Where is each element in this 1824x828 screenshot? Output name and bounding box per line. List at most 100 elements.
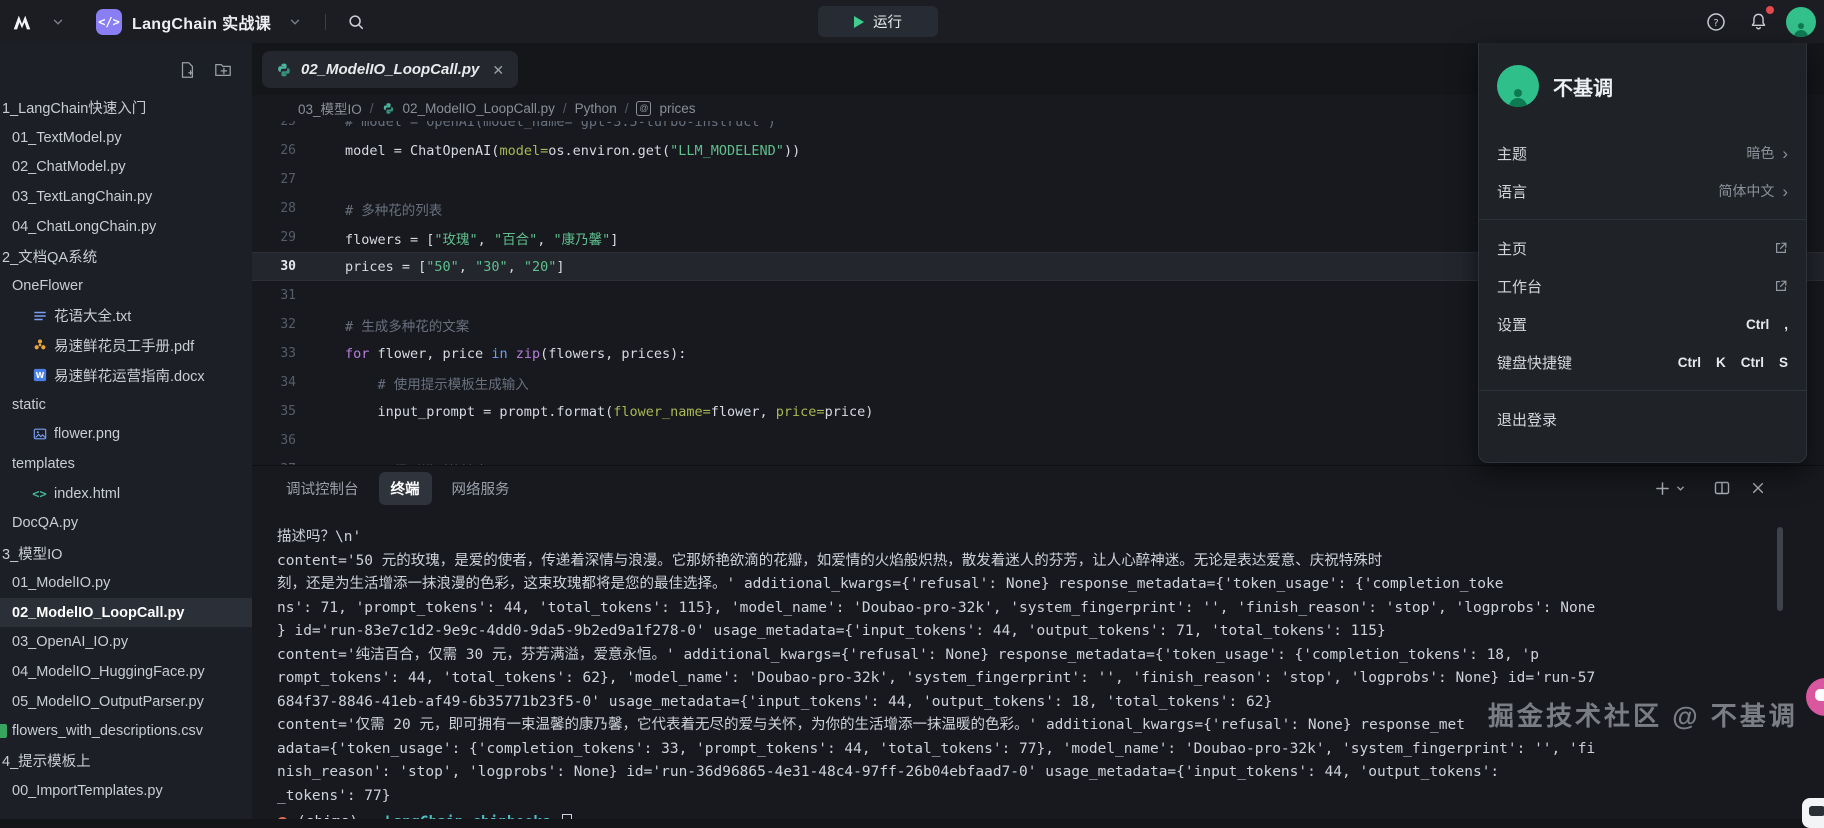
img-icon (32, 427, 47, 442)
person-icon (1509, 89, 1527, 107)
file-tree-item[interactable]: 00_ImportTemplates.py (0, 776, 252, 806)
file-tree-item[interactable]: 花语大全.txt (0, 301, 252, 331)
file-tree-item-label: 04_ModelIO_HuggingFace.py (12, 664, 205, 680)
file-tree-item[interactable]: 3_模型IO (0, 538, 252, 568)
file-tree-item[interactable]: 4_提示模板上 (0, 746, 252, 776)
breadcrumb-folder[interactable]: 03_模型IO (298, 98, 362, 118)
terminal-line: content='50 元的玫瑰，是爱的使者，传递着深情与浪漫。它那娇艳欲滴的花… (252, 550, 1824, 574)
file-tree-item[interactable]: OneFlower (0, 271, 252, 301)
file-tree-item-label: 1_LangChain快速入门 (2, 97, 146, 118)
breadcrumb-language[interactable]: Python (575, 101, 617, 116)
file-tree-item[interactable]: 03_TextLangChain.py (0, 182, 252, 212)
txt-icon (32, 308, 47, 323)
file-tree-item-label: 01_ModelIO.py (12, 575, 110, 591)
shortcut-key: S (1779, 355, 1788, 370)
file-tree-item[interactable]: flower.png (0, 420, 252, 450)
terminal-tab-network[interactable]: 网络服务 (440, 472, 522, 505)
file-tree-item-label: 4_提示模板上 (2, 750, 91, 771)
menu-item-home[interactable]: 主页 (1479, 229, 1806, 267)
file-tree-item[interactable]: 05_ModelIO_OutputParser.py (0, 687, 252, 717)
file-tree-item[interactable]: 04_ModelIO_HuggingFace.py (0, 657, 252, 687)
tab-filename: 02_ModelIO_LoopCall.py (301, 61, 479, 78)
search-icon[interactable] (342, 8, 370, 36)
file-tree-item[interactable]: 01_ModelIO.py (0, 568, 252, 598)
app-logo-icon[interactable] (10, 10, 34, 34)
code-line-text: input_prompt = prompt.format(flower_name… (296, 404, 873, 420)
menu-username: 不基调 (1553, 72, 1613, 101)
prompt-directory: LangChain_chinbooks (385, 810, 551, 819)
file-tree-item[interactable]: W易速鲜花运营指南.docx (0, 360, 252, 390)
new-folder-button[interactable] (214, 61, 232, 79)
menu-item-settings[interactable]: 设置Ctrl, (1479, 305, 1806, 343)
workspace-chevron-icon[interactable] (44, 8, 72, 36)
tab-close-icon[interactable]: ✕ (492, 63, 504, 77)
file-tree-item[interactable]: 02_ChatModel.py (0, 152, 252, 182)
line-number: 28 (252, 201, 296, 216)
file-tree-item-label: 01_TextModel.py (12, 130, 122, 146)
file-tree-item-label: flower.png (54, 426, 120, 442)
user-avatar[interactable] (1786, 7, 1816, 37)
split-panel-button[interactable] (1710, 476, 1734, 500)
file-tree-item[interactable]: 2_文档QA系统 (0, 241, 252, 271)
file-tree-item[interactable]: 03_OpenAI_IO.py (0, 627, 252, 657)
line-number: 31 (252, 288, 296, 303)
close-panel-button[interactable] (1746, 476, 1770, 500)
add-terminal-button[interactable] (1650, 476, 1674, 500)
file-tree-item-selected[interactable]: 02_ModelIO_LoopCall.py (0, 598, 252, 628)
terminal-scrollbar[interactable] (1777, 527, 1783, 611)
menu-item-workbench[interactable]: 工作台 (1479, 267, 1806, 305)
project-icon: </> (96, 9, 122, 35)
file-tree-item[interactable]: templates (0, 449, 252, 479)
breadcrumb-symbol-name[interactable]: prices (659, 101, 695, 116)
shortcut-key: Ctrl (1741, 355, 1764, 370)
terminal-tab-debug-console[interactable]: 调试控制台 (274, 472, 371, 505)
menu-item-value: 暗色› (1746, 143, 1788, 163)
file-tree-item[interactable]: flowers_with_descriptions.csv (0, 716, 252, 746)
code-line-text: flowers = ["玫瑰", "百合", "康乃馨"] (296, 228, 618, 248)
terminal-cursor (562, 814, 572, 820)
menu-item-theme[interactable]: 主题 暗色› (1479, 134, 1806, 172)
prompt-arrow-icon: → (367, 810, 376, 819)
file-tree-item[interactable]: static (0, 390, 252, 420)
file-tree-item-label: 易速鲜花员工手册.pdf (54, 335, 194, 356)
project-chevron-icon[interactable] (281, 8, 309, 36)
file-tree-item[interactable]: 1_LangChain快速入门 (0, 93, 252, 123)
terminal-tab-terminal[interactable]: 终端 (379, 472, 432, 505)
file-tree-item-label: DocQA.py (12, 515, 78, 531)
new-file-button[interactable] (178, 61, 196, 79)
file-tree-item-label: 05_ModelIO_OutputParser.py (12, 694, 204, 710)
menu-item-label: 键盘快捷键 (1497, 352, 1572, 373)
top-bar: </> LangChain 实战课 运行 ? (0, 0, 1824, 43)
file-tree-item-label: flowers_with_descriptions.csv (12, 723, 203, 739)
file-tree-item-label: 02_ChatModel.py (12, 159, 126, 175)
menu-item-shortcuts[interactable]: 键盘快捷键CtrlKCtrlS (1479, 343, 1806, 381)
external-link-icon (1774, 241, 1788, 255)
run-button[interactable]: 运行 (818, 6, 938, 37)
file-tree-item[interactable]: 01_TextModel.py (0, 123, 252, 153)
help-button[interactable]: ? (1702, 8, 1730, 36)
notifications-button[interactable] (1744, 8, 1772, 36)
pdf-icon (32, 338, 47, 353)
menu-item-value (1774, 279, 1788, 293)
menu-item-label: 主题 (1497, 143, 1527, 164)
file-tree-item[interactable]: 易速鲜花员工手册.pdf (0, 331, 252, 361)
editor-tab[interactable]: 02_ModelIO_LoopCall.py ✕ (262, 51, 518, 88)
breadcrumb-file[interactable]: 02_ModelIO_LoopCall.py (403, 101, 555, 116)
corner-widget-button[interactable] (1802, 798, 1824, 828)
menu-item-language[interactable]: 语言简体中文› (1479, 172, 1806, 210)
code-line-text: prices = ["50", "30", "20"] (296, 259, 565, 275)
terminal-line: adata={'token_usage': {'completion_token… (252, 738, 1824, 762)
terminal-line: nish_reason': 'stop', 'logprobs': None} … (252, 761, 1824, 785)
code-line-text: # 多种花的列表 (296, 199, 442, 219)
terminal-output[interactable]: 描述吗？\n'content='50 元的玫瑰，是爱的使者，传递着深情与浪漫。它… (252, 510, 1824, 819)
menu-item-logout[interactable]: 退出登录 (1479, 400, 1806, 438)
line-number: 29 (252, 230, 296, 245)
shortcut-key: Ctrl (1678, 355, 1701, 370)
file-tree-item[interactable]: 04_ChatLongChain.py (0, 212, 252, 242)
file-tree-item-label: 04_ChatLongChain.py (12, 219, 156, 235)
menu-item-value: 简体中文› (1718, 181, 1788, 201)
terminal-dropdown-icon[interactable] (1672, 476, 1688, 500)
file-tree-item[interactable]: DocQA.py (0, 509, 252, 539)
line-number: 33 (252, 346, 296, 361)
file-tree-item[interactable]: <>index.html (0, 479, 252, 509)
